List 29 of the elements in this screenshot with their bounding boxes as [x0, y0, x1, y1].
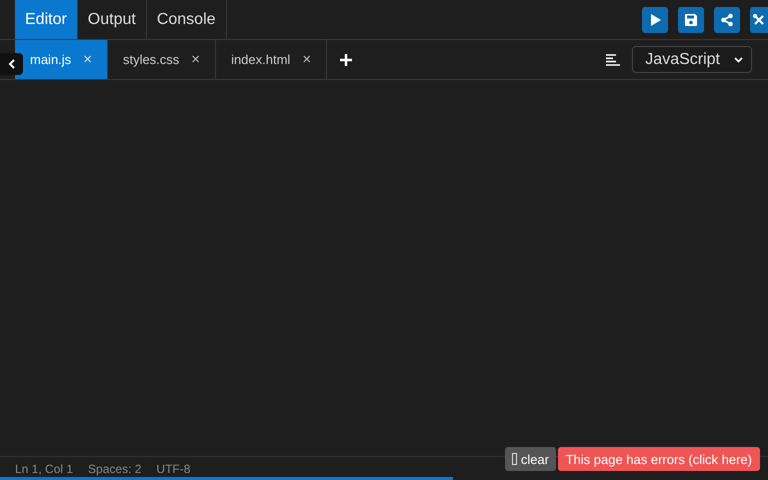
close-tab-button[interactable]: × — [191, 51, 200, 68]
close-tab-button[interactable]: × — [302, 51, 312, 68]
plus-icon — [339, 52, 354, 66]
status-text: UTF-8 — [156, 462, 190, 476]
tools-button[interactable] — [750, 7, 768, 33]
file-tab[interactable]: index.html × — [216, 40, 328, 79]
cross-icon — [752, 13, 766, 27]
language-select[interactable]: JavaScript — [632, 46, 752, 73]
run-button[interactable] — [642, 7, 668, 33]
file-name: styles.css — [122, 52, 180, 67]
share-button[interactable] — [714, 7, 740, 33]
file-tab[interactable]: styles.css × — [108, 40, 216, 79]
play-icon — [648, 13, 662, 27]
clear-button[interactable]: clear — [504, 447, 556, 471]
view-tab[interactable]: Console — [146, 0, 227, 39]
share-icon — [720, 13, 734, 27]
align-left-icon — [606, 54, 620, 66]
file-name: index.html — [231, 52, 290, 67]
file-name: main.js — [30, 52, 72, 67]
glyph-box-icon — [512, 453, 517, 465]
scroll-left-button[interactable] — [0, 53, 23, 75]
view-tab[interactable]: Output — [78, 0, 147, 39]
file-tab[interactable]: main.js × — [15, 40, 108, 79]
chevron-left-icon — [8, 59, 16, 69]
view-tab[interactable]: Editor — [15, 0, 78, 39]
save-button[interactable] — [678, 7, 704, 33]
status-text: Ln 1, Col 1 — [15, 462, 74, 476]
chevron-down-icon — [734, 56, 743, 62]
status-text: Spaces: 2 — [88, 462, 142, 476]
